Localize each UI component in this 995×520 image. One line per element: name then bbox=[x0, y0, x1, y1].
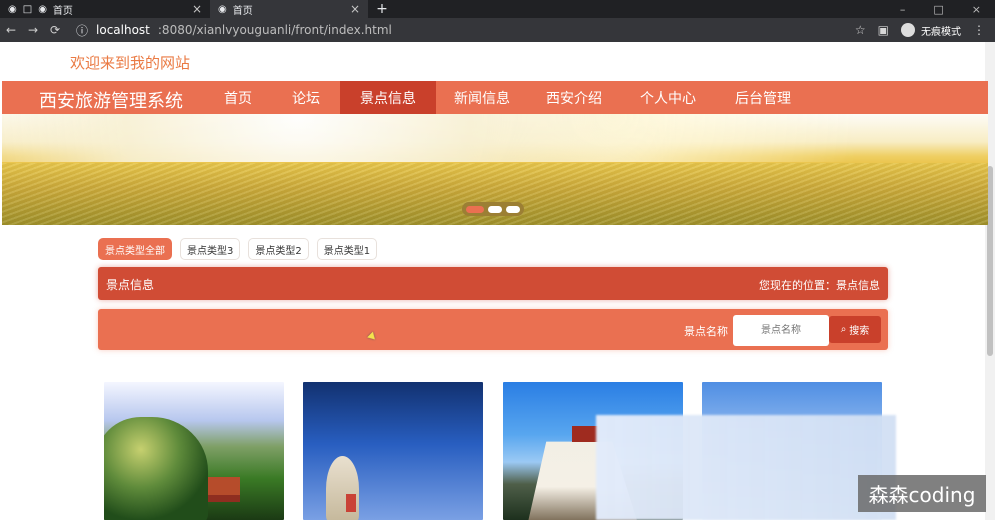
nav-attractions[interactable]: 景点信息 bbox=[340, 81, 436, 114]
welcome-text: 欢迎来到我的网站 bbox=[70, 54, 191, 72]
nav-forum[interactable]: 论坛 bbox=[272, 81, 340, 114]
browser-tabstrip: ◉ □ ◉ 首页 × ◉ 首页 × + – □ × bbox=[0, 0, 995, 18]
site-brand: 西安旅游管理系统 bbox=[39, 91, 183, 112]
url-field[interactable]: ⓘ localhost :8080/xianlvyouguanli/front/i… bbox=[76, 22, 392, 39]
globe-icon: ◉ bbox=[38, 3, 47, 15]
url-host: localhost bbox=[96, 23, 150, 37]
site-navigation: 西安旅游管理系统 首页 论坛 景点信息 新闻信息 西安介绍 个人中心 后台管理 bbox=[2, 81, 988, 114]
sidebar-icon[interactable]: ▣ bbox=[878, 23, 889, 37]
carousel-indicators bbox=[462, 202, 524, 216]
close-icon[interactable]: × bbox=[192, 2, 202, 16]
search-button-label: 搜索 bbox=[849, 326, 870, 337]
maximize-icon[interactable]: □ bbox=[933, 3, 943, 16]
profile-icon bbox=[901, 23, 915, 37]
attraction-type-filters: 景点类型全部 景点类型3 景点类型2 景点类型1 bbox=[98, 238, 378, 260]
search-label: 景点名称 bbox=[684, 325, 728, 338]
carousel-dot-active[interactable] bbox=[466, 205, 484, 213]
globe-icon: ◉ bbox=[8, 3, 17, 15]
refresh-icon[interactable]: ⟳ bbox=[44, 23, 66, 37]
nav-admin[interactable]: 后台管理 bbox=[716, 81, 810, 114]
globe-icon: ◉ bbox=[218, 3, 227, 15]
url-path: :8080/xianlvyouguanli/front/index.html bbox=[157, 23, 392, 37]
profile-label: 无痕模式 bbox=[921, 26, 961, 38]
search-icon: ⌕ bbox=[840, 324, 847, 335]
close-icon[interactable]: × bbox=[972, 3, 981, 16]
attraction-name-input[interactable] bbox=[733, 315, 829, 346]
address-bar: ← → ⟳ ⓘ localhost :8080/xianlvyouguanli/f… bbox=[0, 18, 995, 42]
carousel-dot[interactable] bbox=[506, 205, 520, 213]
location-breadcrumb: 您现在的位置：景点信息 bbox=[759, 279, 880, 292]
star-icon[interactable]: ☆ bbox=[855, 23, 866, 37]
hero-banner bbox=[2, 114, 988, 225]
filter-type-3[interactable]: 景点类型3 bbox=[180, 238, 241, 260]
address-actions: ☆ ▣ 无痕模式 ⋮ bbox=[855, 23, 995, 38]
carousel-dot[interactable] bbox=[488, 205, 502, 213]
filter-all-types[interactable]: 景点类型全部 bbox=[98, 238, 172, 260]
window-icon: □ bbox=[22, 3, 33, 15]
close-icon[interactable]: × bbox=[350, 2, 360, 16]
filter-type-1[interactable]: 景点类型1 bbox=[316, 238, 378, 260]
tab-label: 首页 bbox=[232, 5, 253, 17]
back-icon[interactable]: ← bbox=[0, 23, 22, 37]
search-panel: 景点名称 ⌕ 搜索 bbox=[98, 309, 888, 350]
menu-icon[interactable]: ⋮ bbox=[973, 23, 985, 37]
browser-tab[interactable]: ◉ □ ◉ 首页 × bbox=[0, 0, 210, 18]
section-title: 景点信息 bbox=[106, 278, 155, 292]
browser-tab-active[interactable]: ◉ 首页 × bbox=[210, 0, 368, 18]
filter-type-2[interactable]: 景点类型2 bbox=[248, 238, 309, 260]
forward-icon[interactable]: → bbox=[22, 23, 44, 37]
video-watermark: 森森coding bbox=[858, 475, 986, 512]
search-button[interactable]: ⌕ 搜索 bbox=[829, 316, 881, 343]
new-tab-button[interactable]: + bbox=[374, 0, 390, 18]
profile-button[interactable]: 无痕模式 bbox=[901, 23, 961, 38]
banner-sky bbox=[2, 114, 988, 162]
nav-home[interactable]: 首页 bbox=[204, 81, 272, 114]
info-icon: ⓘ bbox=[76, 23, 89, 38]
nav-xian-intro[interactable]: 西安介绍 bbox=[528, 81, 620, 114]
main-menu: 首页 论坛 景点信息 新闻信息 西安介绍 个人中心 后台管理 bbox=[204, 81, 810, 114]
section-header: 景点信息 您现在的位置：景点信息 bbox=[98, 267, 888, 300]
attraction-card-image[interactable] bbox=[303, 382, 483, 520]
nav-news[interactable]: 新闻信息 bbox=[436, 81, 528, 114]
window-controls: – □ × bbox=[900, 0, 995, 18]
attraction-card-image[interactable] bbox=[104, 382, 284, 520]
nav-user-center[interactable]: 个人中心 bbox=[620, 81, 716, 114]
minimize-icon[interactable]: – bbox=[900, 3, 906, 16]
blurred-image-overlay bbox=[596, 415, 896, 520]
tab-label: 首页 bbox=[52, 5, 73, 17]
